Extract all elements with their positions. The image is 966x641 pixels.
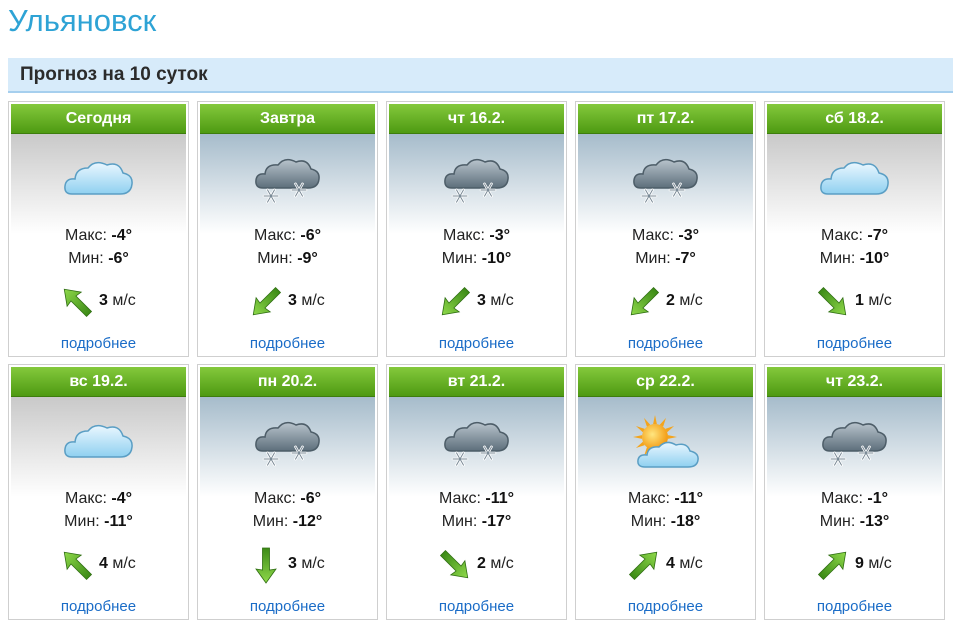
max-temp: Макс: -11° [438, 490, 515, 507]
max-temp: Макс: -3° [442, 227, 511, 244]
day-card: чт 23.2. Макс: -1° Мин: -13° 9 м/с подробнее [764, 364, 945, 620]
wind-speed: 4 м/с [99, 555, 136, 572]
min-temp: Мин: -10° [819, 250, 890, 267]
snow-cloud-icon [440, 146, 514, 212]
day-header: чт 16.2. [389, 104, 564, 134]
details-link[interactable]: подробнее [387, 598, 566, 615]
min-temp: Мин: -13° [819, 513, 890, 530]
details-link[interactable]: подробнее [576, 598, 755, 615]
forecast-banner: Прогноз на 10 суток [8, 58, 953, 93]
day-header: вт 21.2. [389, 367, 564, 397]
min-temp: Мин: -7° [635, 250, 696, 267]
sky-panel [767, 134, 942, 234]
wind-info: 9 м/с [765, 545, 944, 585]
day-card: вс 19.2. Макс: -4° Мин: -11° 4 м/с подробнее [8, 364, 189, 620]
sky-panel [11, 397, 186, 497]
day-header: сб 18.2. [767, 104, 942, 134]
day-header: чт 23.2. [767, 367, 942, 397]
wind-info: 3 м/с [9, 282, 188, 322]
sky-panel [11, 134, 186, 234]
min-temp: Мин: -9° [257, 250, 318, 267]
max-temp: Макс: -1° [820, 490, 889, 507]
sky-panel [200, 134, 375, 234]
sun-cloud-icon [629, 409, 703, 475]
day-card: пт 17.2. Макс: -3° Мин: -7° 2 м/с подробнее [575, 101, 756, 357]
wind-speed: 2 м/с [666, 292, 703, 309]
min-temp: Мин: -10° [441, 250, 512, 267]
snow-cloud-icon [818, 409, 892, 475]
wind-info: 3 м/с [198, 545, 377, 585]
day-card: пн 20.2. Макс: -6° Мин: -12° 3 м/с подробнее [197, 364, 378, 620]
min-temp: Мин: -18° [630, 513, 701, 530]
sky-panel [389, 134, 564, 234]
min-temp: Мин: -11° [64, 513, 133, 530]
day-header: Сегодня [11, 104, 186, 134]
sky-panel [767, 397, 942, 497]
cloud-icon [818, 146, 892, 212]
wind-info: 2 м/с [576, 282, 755, 322]
snow-cloud-icon [440, 409, 514, 475]
wind-info: 4 м/с [576, 545, 755, 585]
wind-speed: 2 м/с [477, 555, 514, 572]
details-link[interactable]: подробнее [765, 335, 944, 352]
day-card: вт 21.2. Макс: -11° Мин: -17° 2 м/с подробне… [386, 364, 567, 620]
sky-panel [578, 134, 753, 234]
details-link[interactable]: подробнее [576, 335, 755, 352]
cloud-icon [62, 146, 136, 212]
wind-speed: 9 м/с [855, 555, 892, 572]
wind-speed: 3 м/с [288, 555, 325, 572]
max-temp: Макс: -11° [627, 490, 704, 507]
day-card: Завтра Макс: -6° Мин: -9° 3 м/с подробнее [197, 101, 378, 357]
max-temp: Макс: -7° [820, 227, 889, 244]
snow-cloud-icon [251, 146, 325, 212]
sky-panel [200, 397, 375, 497]
day-card: сб 18.2. Макс: -7° Мин: -10° 1 м/с подробнее [764, 101, 945, 357]
details-link[interactable]: подробнее [198, 335, 377, 352]
min-temp: Мин: -17° [441, 513, 512, 530]
cloud-icon [62, 409, 136, 475]
wind-info: 3 м/с [387, 282, 566, 322]
max-temp: Макс: -4° [64, 227, 133, 244]
snow-cloud-icon [251, 409, 325, 475]
day-header: пт 17.2. [578, 104, 753, 134]
wind-speed: 3 м/с [477, 292, 514, 309]
sky-panel [389, 397, 564, 497]
wind-info: 2 м/с [387, 545, 566, 585]
max-temp: Макс: -4° [64, 490, 133, 507]
day-header: Завтра [200, 104, 375, 134]
day-card: чт 16.2. Макс: -3° Мин: -10° 3 м/с подробнее [386, 101, 567, 357]
forecast-grid: Сегодня Макс: -4° Мин: -6° 3 м/с подробнее За… [8, 101, 953, 621]
day-header: пн 20.2. [200, 367, 375, 397]
city-title: Ульяновск [8, 3, 157, 38]
details-link[interactable]: подробнее [9, 598, 188, 615]
day-card: ср 22.2. Макс: -11° Мин: -18° 4 м/с подробне… [575, 364, 756, 620]
max-temp: Макс: -6° [253, 227, 322, 244]
wind-info: 1 м/с [765, 282, 944, 322]
day-header: ср 22.2. [578, 367, 753, 397]
wind-speed: 3 м/с [99, 292, 136, 309]
wind-info: 3 м/с [198, 282, 377, 322]
details-link[interactable]: подробнее [198, 598, 377, 615]
wind-speed: 3 м/с [288, 292, 325, 309]
wind-info: 4 м/с [9, 545, 188, 585]
details-link[interactable]: подробнее [387, 335, 566, 352]
min-temp: Мин: -6° [68, 250, 129, 267]
min-temp: Мин: -12° [252, 513, 323, 530]
max-temp: Макс: -3° [631, 227, 700, 244]
details-link[interactable]: подробнее [9, 335, 188, 352]
wind-speed: 4 м/с [666, 555, 703, 572]
wind-speed: 1 м/с [855, 292, 892, 309]
snow-cloud-icon [629, 146, 703, 212]
sky-panel [578, 397, 753, 497]
details-link[interactable]: подробнее [765, 598, 944, 615]
max-temp: Макс: -6° [253, 490, 322, 507]
day-card: Сегодня Макс: -4° Мин: -6° 3 м/с подробнее [8, 101, 189, 357]
day-header: вс 19.2. [11, 367, 186, 397]
section-title: Прогноз на 10 суток [20, 64, 208, 85]
